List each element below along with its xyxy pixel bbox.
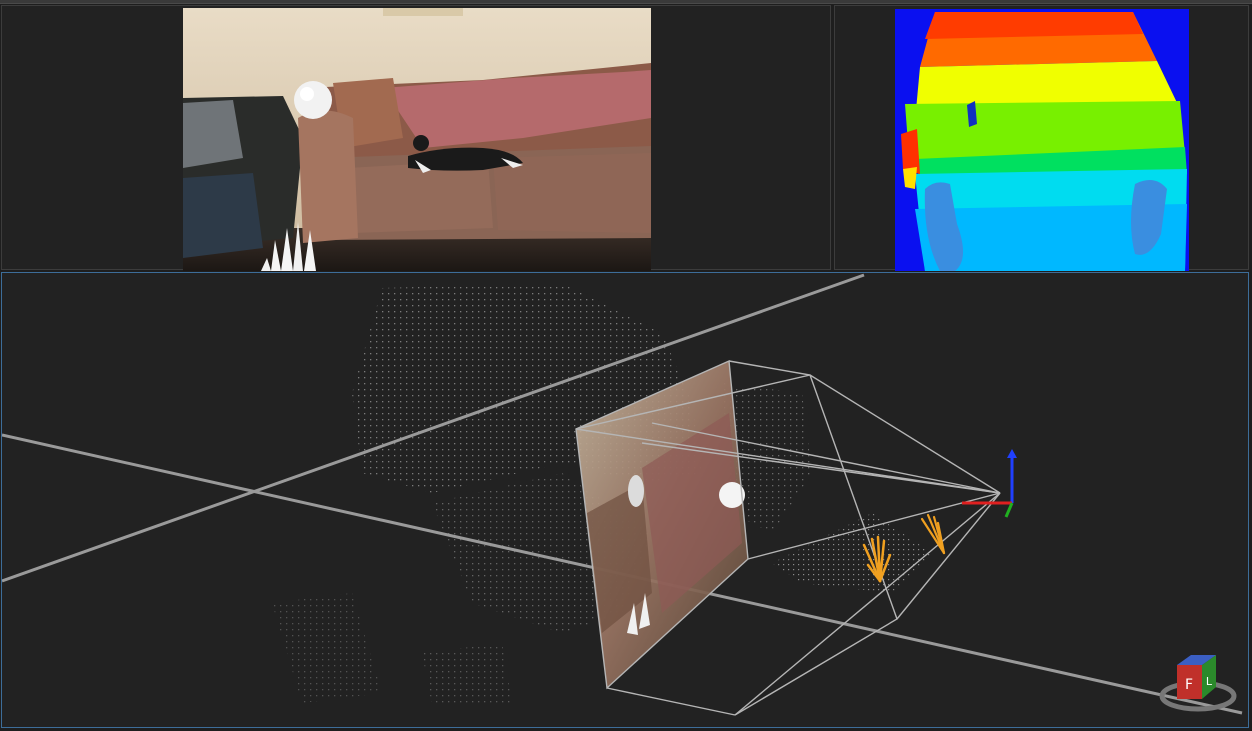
view-cube[interactable]: F L bbox=[1159, 655, 1237, 712]
title-strip bbox=[0, 0, 1252, 4]
camera-view-panel[interactable] bbox=[1, 5, 831, 271]
hand-skeleton-right bbox=[920, 513, 946, 555]
view-cube-front-label: F bbox=[1185, 677, 1193, 693]
scene-3d-viewport[interactable]: F L bbox=[1, 272, 1249, 728]
view-cube-left-label: L bbox=[1206, 675, 1213, 688]
camera-rgb-image bbox=[183, 8, 651, 271]
depth-view-panel[interactable] bbox=[834, 5, 1249, 271]
scene-3d-canvas[interactable]: F L bbox=[2, 273, 1248, 727]
depth-map-image bbox=[895, 9, 1189, 271]
